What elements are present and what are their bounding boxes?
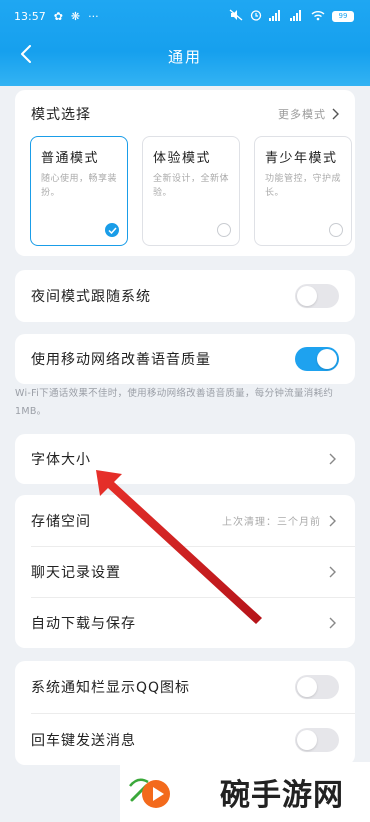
- status-time: 13:57: [14, 9, 46, 23]
- auto-download-row[interactable]: 自动下载与保存: [15, 598, 355, 648]
- watermark-logo-icon: [120, 764, 180, 820]
- page-title: 通用: [167, 47, 202, 66]
- qq-icon-label: 系统通知栏显示QQ图标: [31, 680, 191, 696]
- header-bar: 13:57 ✿ ❋ ··· 99 通用: [0, 0, 370, 86]
- battery-icon: 99: [332, 10, 354, 22]
- app-notification-icon: ❋: [70, 9, 81, 23]
- mode-card-teen[interactable]: 青少年模式 功能管控，守护成长。: [254, 136, 352, 246]
- mode-desc: 随心使用，畅享装扮。: [41, 174, 118, 198]
- mode-selection-card: 模式选择 更多模式 普通模式 随心使用，畅享装扮。 体验模式 全新设计，全新体验…: [15, 90, 355, 256]
- night-mode-card: 夜间模式跟随系统: [15, 270, 355, 322]
- font-size-row[interactable]: 字体大小: [15, 434, 355, 484]
- wifi-icon: [311, 10, 325, 23]
- enter-send-toggle[interactable]: [295, 727, 339, 752]
- more-modes-link[interactable]: 更多模式: [278, 106, 339, 122]
- mobile-voice-note: Wi-Fi下通话效果不佳时，使用移动网络改善语音质量，每分钟流量消耗约1MB。: [15, 388, 334, 417]
- chevron-right-icon: [325, 616, 339, 630]
- more-notifications-icon: ···: [88, 9, 99, 23]
- night-mode-row[interactable]: 夜间模式跟随系统: [15, 270, 355, 322]
- storage-label: 存储空间: [31, 513, 91, 530]
- font-size-label: 字体大小: [31, 452, 91, 468]
- qq-icon-row[interactable]: 系统通知栏显示QQ图标: [15, 661, 355, 713]
- mode-card-normal[interactable]: 普通模式 随心使用，畅享装扮。: [30, 136, 128, 246]
- mode-desc: 功能管控，守护成长。: [265, 174, 342, 198]
- chevron-right-icon: [325, 452, 339, 466]
- mobile-voice-row[interactable]: 使用移动网络改善语音质量: [15, 334, 355, 384]
- signal-2-icon: [290, 9, 304, 23]
- mode-title: 普通模式: [41, 151, 100, 166]
- chevron-right-icon: [332, 108, 339, 120]
- night-mode-label: 夜间模式跟随系统: [31, 289, 151, 305]
- mode-card-experience[interactable]: 体验模式 全新设计，全新体验。: [142, 136, 240, 246]
- status-bar: 13:57 ✿ ❋ ··· 99: [0, 0, 370, 32]
- mobile-voice-label: 使用移动网络改善语音质量: [31, 352, 211, 368]
- storage-card: 存储空间 上次清理：三个月前 聊天记录设置 自动下载与保存: [15, 495, 355, 648]
- radio-unchecked-icon[interactable]: [217, 223, 231, 237]
- mobile-voice-card: 使用移动网络改善语音质量: [15, 334, 355, 384]
- mode-section-title: 模式选择: [31, 107, 91, 123]
- storage-row[interactable]: 存储空间 上次清理：三个月前: [15, 495, 355, 546]
- mobile-voice-toggle[interactable]: [295, 347, 339, 371]
- chat-history-label: 聊天记录设置: [31, 565, 121, 581]
- qq-icon-toggle[interactable]: [295, 675, 339, 699]
- night-mode-toggle[interactable]: [295, 284, 339, 308]
- enter-send-row[interactable]: 回车键发送消息: [15, 714, 355, 765]
- notification-card: 系统通知栏显示QQ图标 回车键发送消息: [15, 661, 355, 765]
- auto-download-label: 自动下载与保存: [31, 616, 136, 632]
- chevron-left-icon: [20, 45, 32, 67]
- back-button[interactable]: [14, 44, 38, 68]
- mode-title: 体验模式: [153, 151, 212, 166]
- chat-history-row[interactable]: 聊天记录设置: [15, 547, 355, 597]
- signal-icon: [269, 9, 283, 23]
- nav-bar: 通用: [0, 38, 370, 74]
- flower-icon: ✿: [53, 9, 63, 23]
- enter-send-label: 回车键发送消息: [31, 732, 136, 749]
- font-size-card: 字体大小: [15, 434, 355, 484]
- mode-desc: 全新设计，全新体验。: [153, 174, 230, 198]
- chevron-right-icon: [325, 565, 339, 579]
- watermark-text: 碗手游网: [220, 778, 344, 813]
- watermark: 碗手游网: [120, 762, 370, 822]
- mute-icon: [229, 9, 243, 23]
- radio-unchecked-icon[interactable]: [329, 223, 343, 237]
- more-modes-label: 更多模式: [278, 108, 326, 121]
- alarm-icon: [250, 9, 262, 23]
- radio-checked-icon[interactable]: [105, 223, 119, 237]
- mode-title: 青少年模式: [265, 151, 338, 166]
- storage-hint: 上次清理：三个月前: [222, 517, 321, 528]
- chevron-right-icon: [325, 514, 339, 528]
